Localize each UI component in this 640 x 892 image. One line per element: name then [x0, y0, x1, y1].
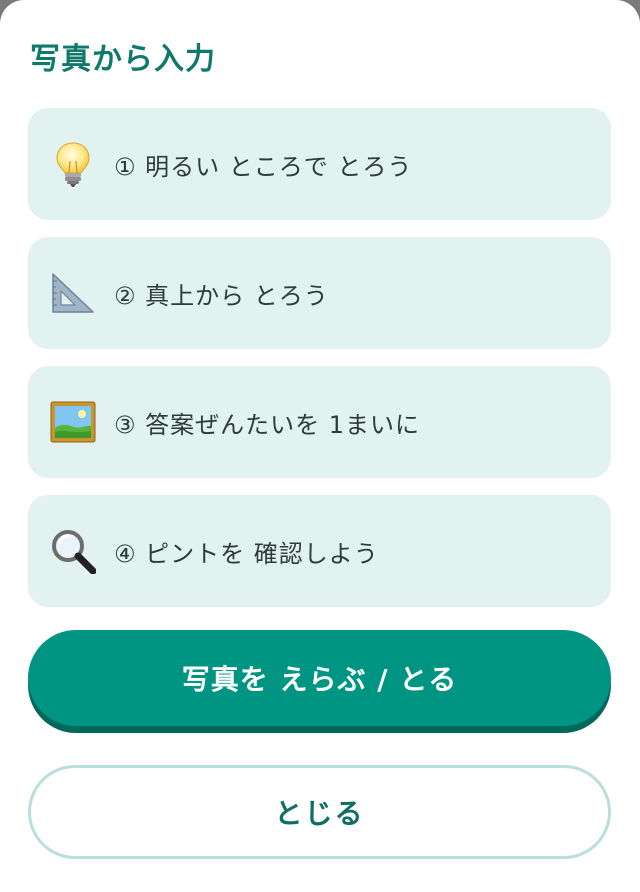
- tip-item: ① 明るい ところで とろう: [28, 108, 611, 220]
- triangle-ruler-icon: [50, 270, 96, 316]
- tip-item: ② 真上から とろう: [28, 237, 611, 349]
- framed-picture-icon: [50, 399, 96, 445]
- tip-text: ③ 答案ぜんたいを 1まいに: [114, 410, 421, 439]
- dialog-title: 写真から入力: [30, 42, 216, 77]
- tip-item: ④ ピントを 確認しよう: [28, 495, 611, 607]
- photo-input-dialog: 写真から入力 ① 明るい ところで とろう ② 真上から とろう ③ 答案ぜんた…: [0, 0, 640, 892]
- tip-text: ④ ピントを 確認しよう: [114, 539, 379, 568]
- tip-item: ③ 答案ぜんたいを 1まいに: [28, 366, 611, 478]
- light-bulb-icon: [50, 141, 96, 187]
- tips-list: ① 明るい ところで とろう ② 真上から とろう ③ 答案ぜんたいを 1まいに…: [28, 108, 611, 624]
- tip-text: ① 明るい ところで とろう: [114, 152, 413, 181]
- magnifying-glass-icon: [50, 528, 96, 574]
- tip-text: ② 真上から とろう: [114, 281, 329, 310]
- close-button[interactable]: とじる: [28, 765, 611, 859]
- select-photo-button[interactable]: 写真を えらぶ / とる: [28, 630, 611, 726]
